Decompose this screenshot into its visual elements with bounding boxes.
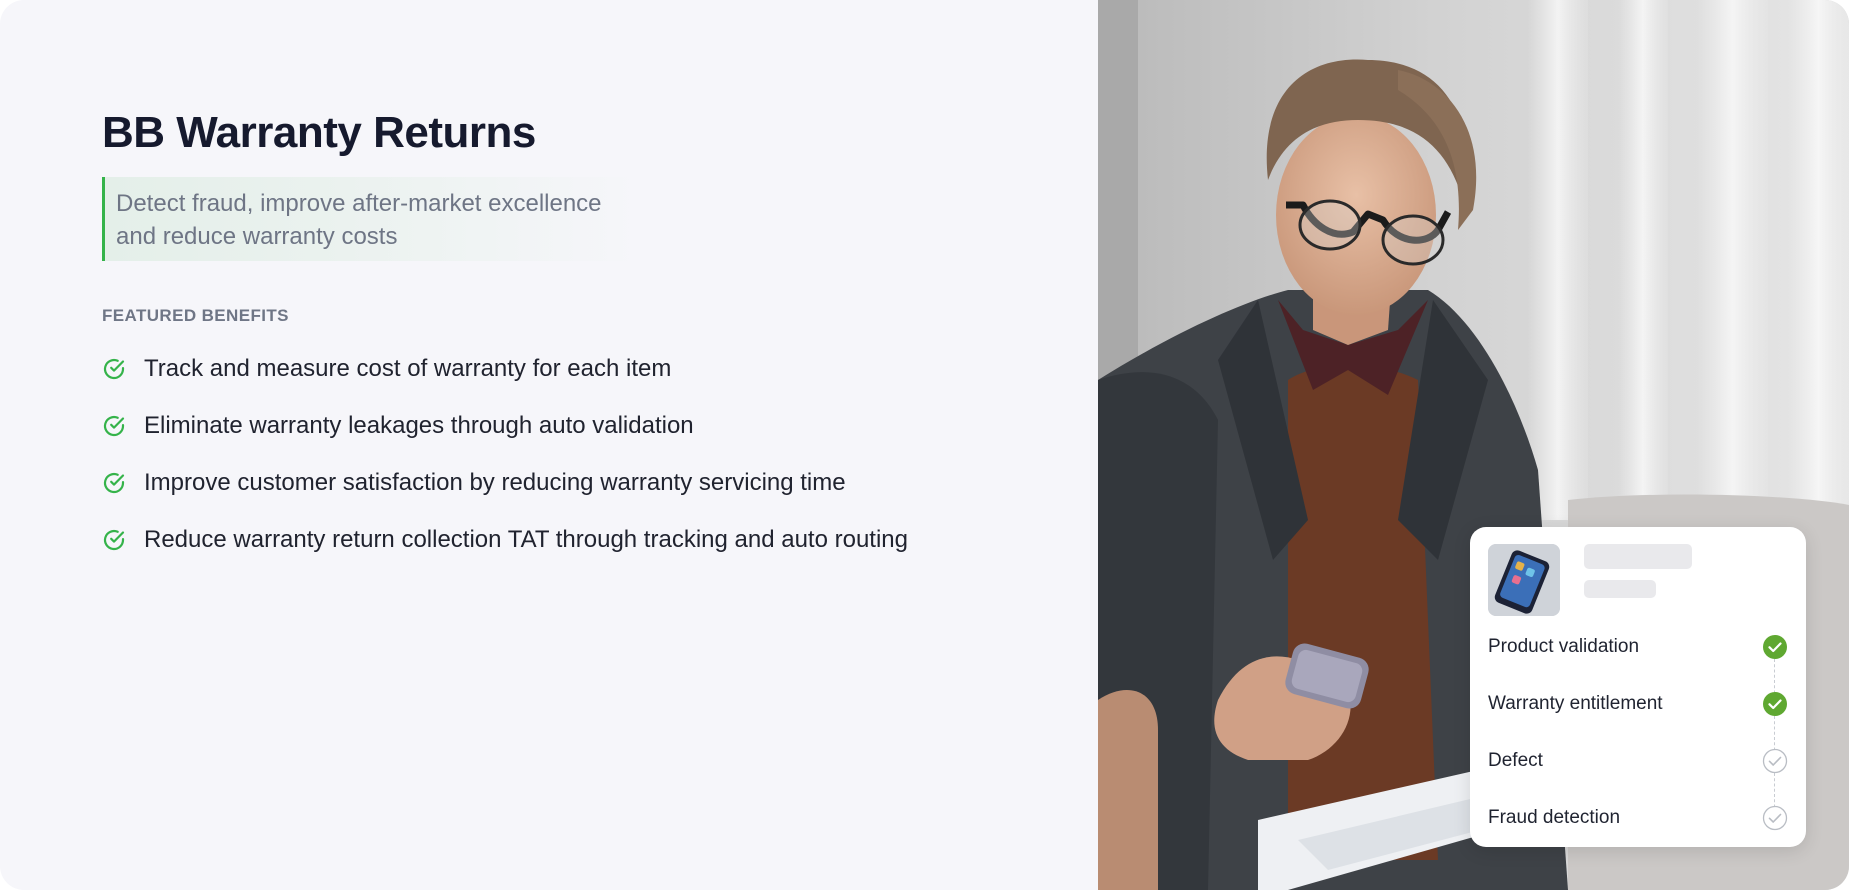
benefit-item: Reduce warranty return collection TAT th…: [102, 522, 908, 558]
benefit-text: Reduce warranty return collection TAT th…: [144, 526, 908, 553]
benefit-text: Eliminate warranty leakages through auto…: [144, 412, 694, 439]
benefit-item: Eliminate warranty leakages through auto…: [102, 408, 908, 444]
subtitle-line: Detect fraud, improve after-market excel…: [116, 190, 602, 217]
subtitle-line: and reduce warranty costs: [116, 223, 398, 250]
check-circle-icon: [103, 472, 125, 494]
step-label: Product validation: [1488, 636, 1640, 657]
check-circle-icon: [103, 529, 125, 551]
check-pending-icon: [1762, 748, 1788, 774]
benefit-text: Track and measure cost of warranty for e…: [144, 355, 672, 382]
skeleton-subtitle: [1584, 580, 1656, 598]
step-label: Fraud detection: [1488, 807, 1621, 828]
benefit-item: Track and measure cost of warranty for e…: [102, 351, 908, 387]
page: BB Warranty Returns Detect fraud, improv…: [0, 0, 1849, 890]
skeleton-title: [1584, 544, 1692, 569]
subtitle-callout: Detect fraud, improve after-market excel…: [102, 177, 642, 261]
check-pending-icon: [1762, 805, 1788, 831]
benefit-item: Improve customer satisfaction by reducin…: [102, 465, 908, 501]
content-panel: BB Warranty Returns Detect fraud, improv…: [0, 0, 1098, 890]
step-warranty-entitlement: Warranty entitlement: [1488, 690, 1788, 718]
check-circle-icon: [103, 358, 125, 380]
page-title: BB Warranty Returns: [102, 108, 536, 157]
benefits-heading: FEATURED BENEFITS: [102, 306, 289, 325]
smartphone-image: [1488, 544, 1560, 616]
check-complete-icon: [1763, 635, 1787, 659]
step-fraud-detection: Fraud detection: [1488, 804, 1788, 832]
benefits-list: Track and measure cost of warranty for e…: [102, 351, 908, 579]
check-circle-icon: [103, 415, 125, 437]
step-label: Defect: [1488, 750, 1543, 771]
step-product-validation: Product validation: [1488, 633, 1788, 661]
check-complete-icon: [1763, 692, 1787, 716]
step-label: Warranty entitlement: [1488, 693, 1663, 714]
step-defect: Defect: [1488, 747, 1788, 775]
benefit-text: Improve customer satisfaction by reducin…: [144, 469, 846, 496]
validation-status-card: Product validation Warranty entitlement …: [1470, 527, 1806, 847]
